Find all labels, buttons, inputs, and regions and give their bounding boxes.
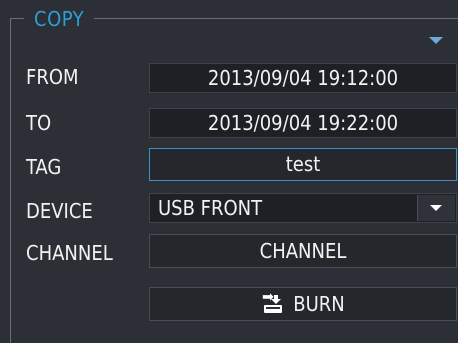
copy-title: COPY <box>24 8 95 30</box>
channel-label: CHANNEL <box>26 241 113 265</box>
channel-button[interactable]: CHANNEL <box>149 234 457 268</box>
window-edge-right <box>458 0 464 353</box>
from-label: FROM <box>26 65 79 89</box>
tag-label: TAG <box>26 155 62 179</box>
window-edge-bottom <box>0 343 464 353</box>
device-select[interactable]: USB FRONT <box>149 193 457 223</box>
burn-label: BURN <box>293 292 345 316</box>
to-datetime-field[interactable]: 2013/09/04 19:22:00 <box>149 108 457 138</box>
triangle-down-icon[interactable] <box>429 37 443 44</box>
burn-disc-icon <box>263 293 283 313</box>
to-label: TO <box>26 111 52 135</box>
tag-input[interactable]: test <box>149 148 457 181</box>
device-label: DEVICE <box>26 199 93 223</box>
copy-panel: COPY FROM 2013/09/04 19:12:00 TO 2013/09… <box>0 0 464 353</box>
burn-button[interactable]: BURN <box>149 287 457 321</box>
from-datetime-field[interactable]: 2013/09/04 19:12:00 <box>149 63 457 93</box>
device-select-value: USB FRONT <box>158 196 263 220</box>
chevron-down-icon[interactable] <box>417 195 455 221</box>
